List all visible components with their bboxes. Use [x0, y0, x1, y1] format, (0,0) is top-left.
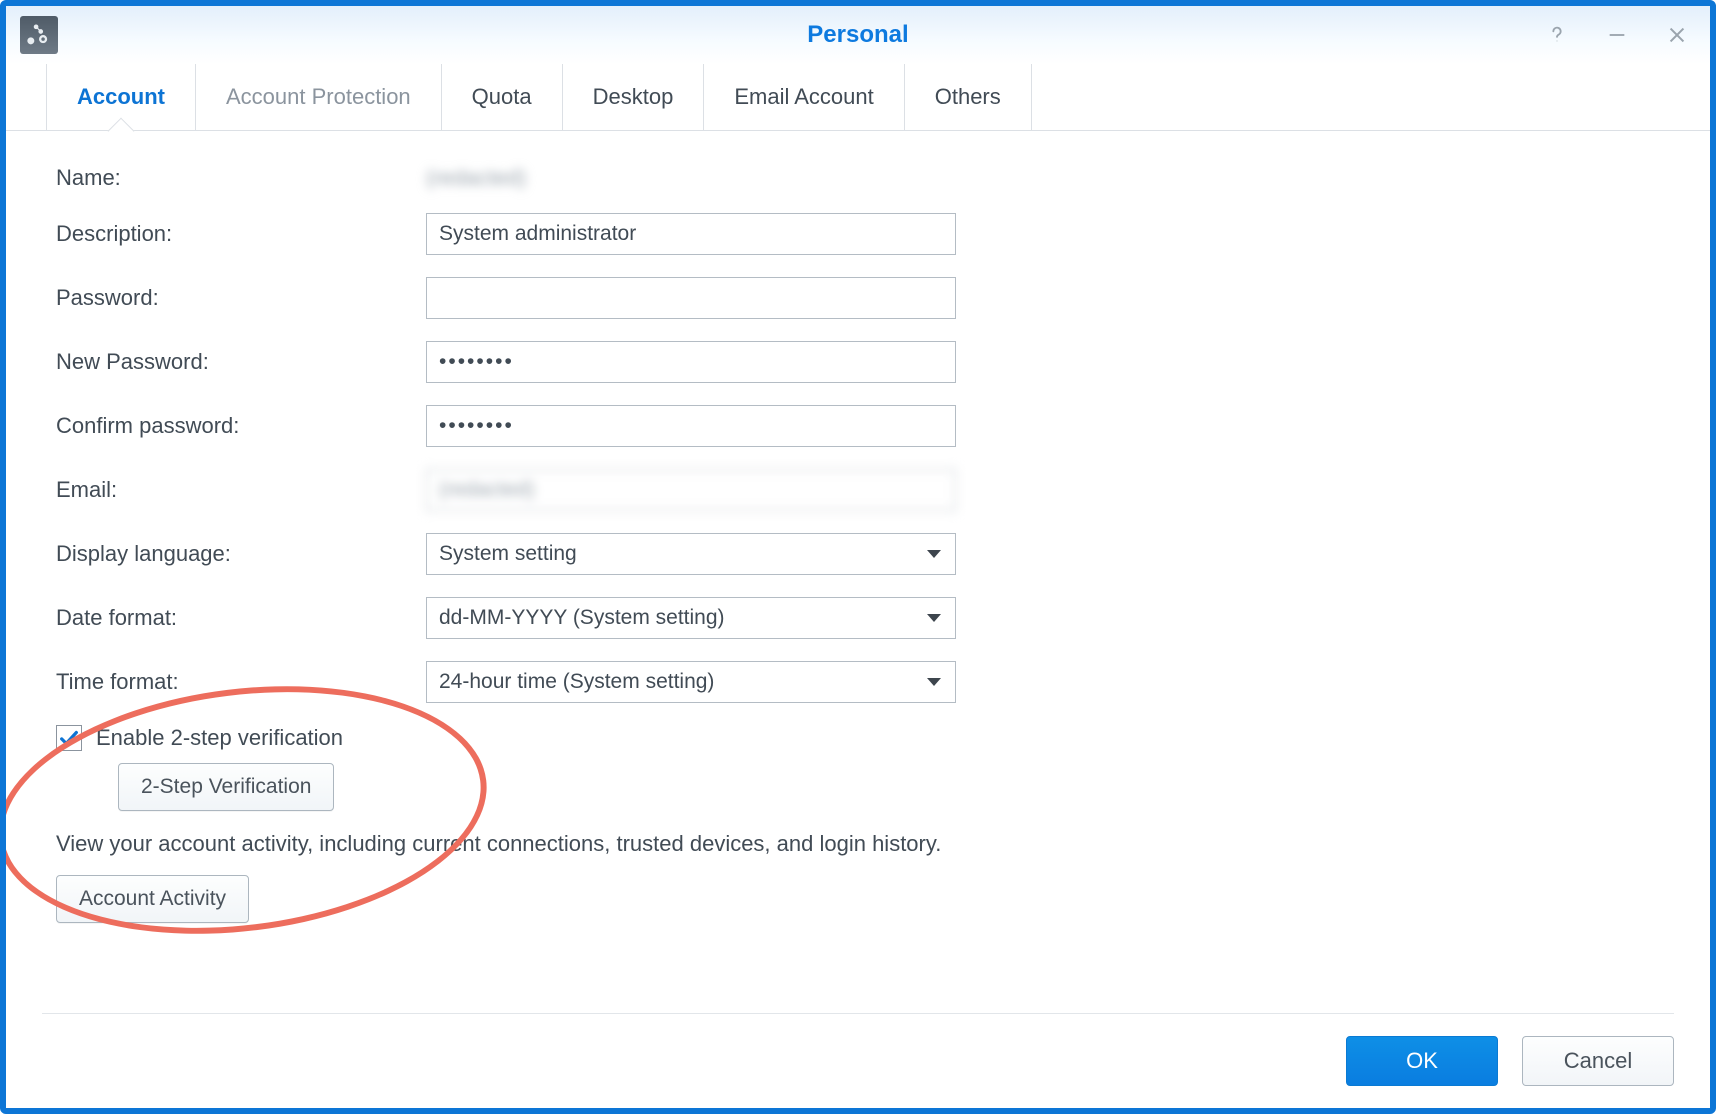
confirm-password-input[interactable] [426, 405, 956, 447]
cancel-button[interactable]: Cancel [1522, 1036, 1674, 1086]
account-activity-description: View your account activity, including cu… [56, 831, 1660, 857]
settings-gears-icon [20, 16, 58, 54]
display-language-select[interactable]: System setting [426, 533, 956, 575]
description-input[interactable] [426, 213, 956, 255]
time-format-label: Time format: [56, 669, 426, 695]
tab-quota[interactable]: Quota [442, 64, 563, 130]
enable-2step-label: Enable 2-step verification [96, 725, 343, 751]
tab-label: Quota [472, 84, 532, 110]
tab-account[interactable]: Account [46, 64, 196, 130]
tab-label: Desktop [593, 84, 674, 110]
chevron-down-icon [927, 614, 941, 622]
close-button[interactable] [1662, 20, 1692, 50]
help-button[interactable] [1542, 20, 1572, 50]
button-label: Account Activity [79, 887, 226, 911]
checkmark-icon [58, 727, 80, 749]
date-format-value: dd-MM-YYYY (System setting) [439, 606, 725, 630]
ok-button[interactable]: OK [1346, 1036, 1498, 1086]
dialog-footer: OK Cancel [42, 1013, 1674, 1108]
date-format-label: Date format: [56, 605, 426, 631]
two-step-verification-button[interactable]: 2-Step Verification [118, 763, 334, 811]
tab-email-account[interactable]: Email Account [704, 64, 904, 130]
new-password-label: New Password: [56, 349, 426, 375]
email-label: Email: [56, 477, 426, 503]
tab-label: Account Protection [226, 84, 411, 110]
display-language-value: System setting [439, 542, 577, 566]
password-input[interactable] [426, 277, 956, 319]
chevron-down-icon [927, 678, 941, 686]
tab-account-protection[interactable]: Account Protection [196, 64, 442, 130]
description-label: Description: [56, 221, 426, 247]
tab-content-account: Name: (redacted) Description: Password: … [6, 131, 1710, 1013]
personal-settings-window: Personal Account Account Protection Quot… [0, 0, 1716, 1114]
enable-2step-checkbox[interactable] [56, 725, 82, 751]
chevron-down-icon [927, 550, 941, 558]
tab-others[interactable]: Others [905, 64, 1032, 130]
password-label: Password: [56, 285, 426, 311]
window-title: Personal [6, 21, 1710, 49]
tab-label: Others [935, 84, 1001, 110]
account-activity-button[interactable]: Account Activity [56, 875, 249, 923]
tab-label: Account [77, 84, 165, 110]
button-label: OK [1406, 1048, 1438, 1074]
tab-desktop[interactable]: Desktop [563, 64, 705, 130]
name-label: Name: [56, 165, 426, 191]
tab-label: Email Account [734, 84, 873, 110]
confirm-password-label: Confirm password: [56, 413, 426, 439]
titlebar: Personal [6, 6, 1710, 64]
minimize-button[interactable] [1602, 20, 1632, 50]
tab-strip: Account Account Protection Quota Desktop… [6, 64, 1710, 131]
window-controls [1542, 6, 1692, 64]
email-input[interactable] [426, 469, 956, 511]
button-label: Cancel [1564, 1048, 1632, 1074]
time-format-select[interactable]: 24-hour time (System setting) [426, 661, 956, 703]
time-format-value: 24-hour time (System setting) [439, 670, 714, 694]
button-label: 2-Step Verification [141, 775, 311, 799]
new-password-input[interactable] [426, 341, 956, 383]
display-language-label: Display language: [56, 541, 426, 567]
date-format-select[interactable]: dd-MM-YYYY (System setting) [426, 597, 956, 639]
name-value: (redacted) [426, 165, 526, 191]
